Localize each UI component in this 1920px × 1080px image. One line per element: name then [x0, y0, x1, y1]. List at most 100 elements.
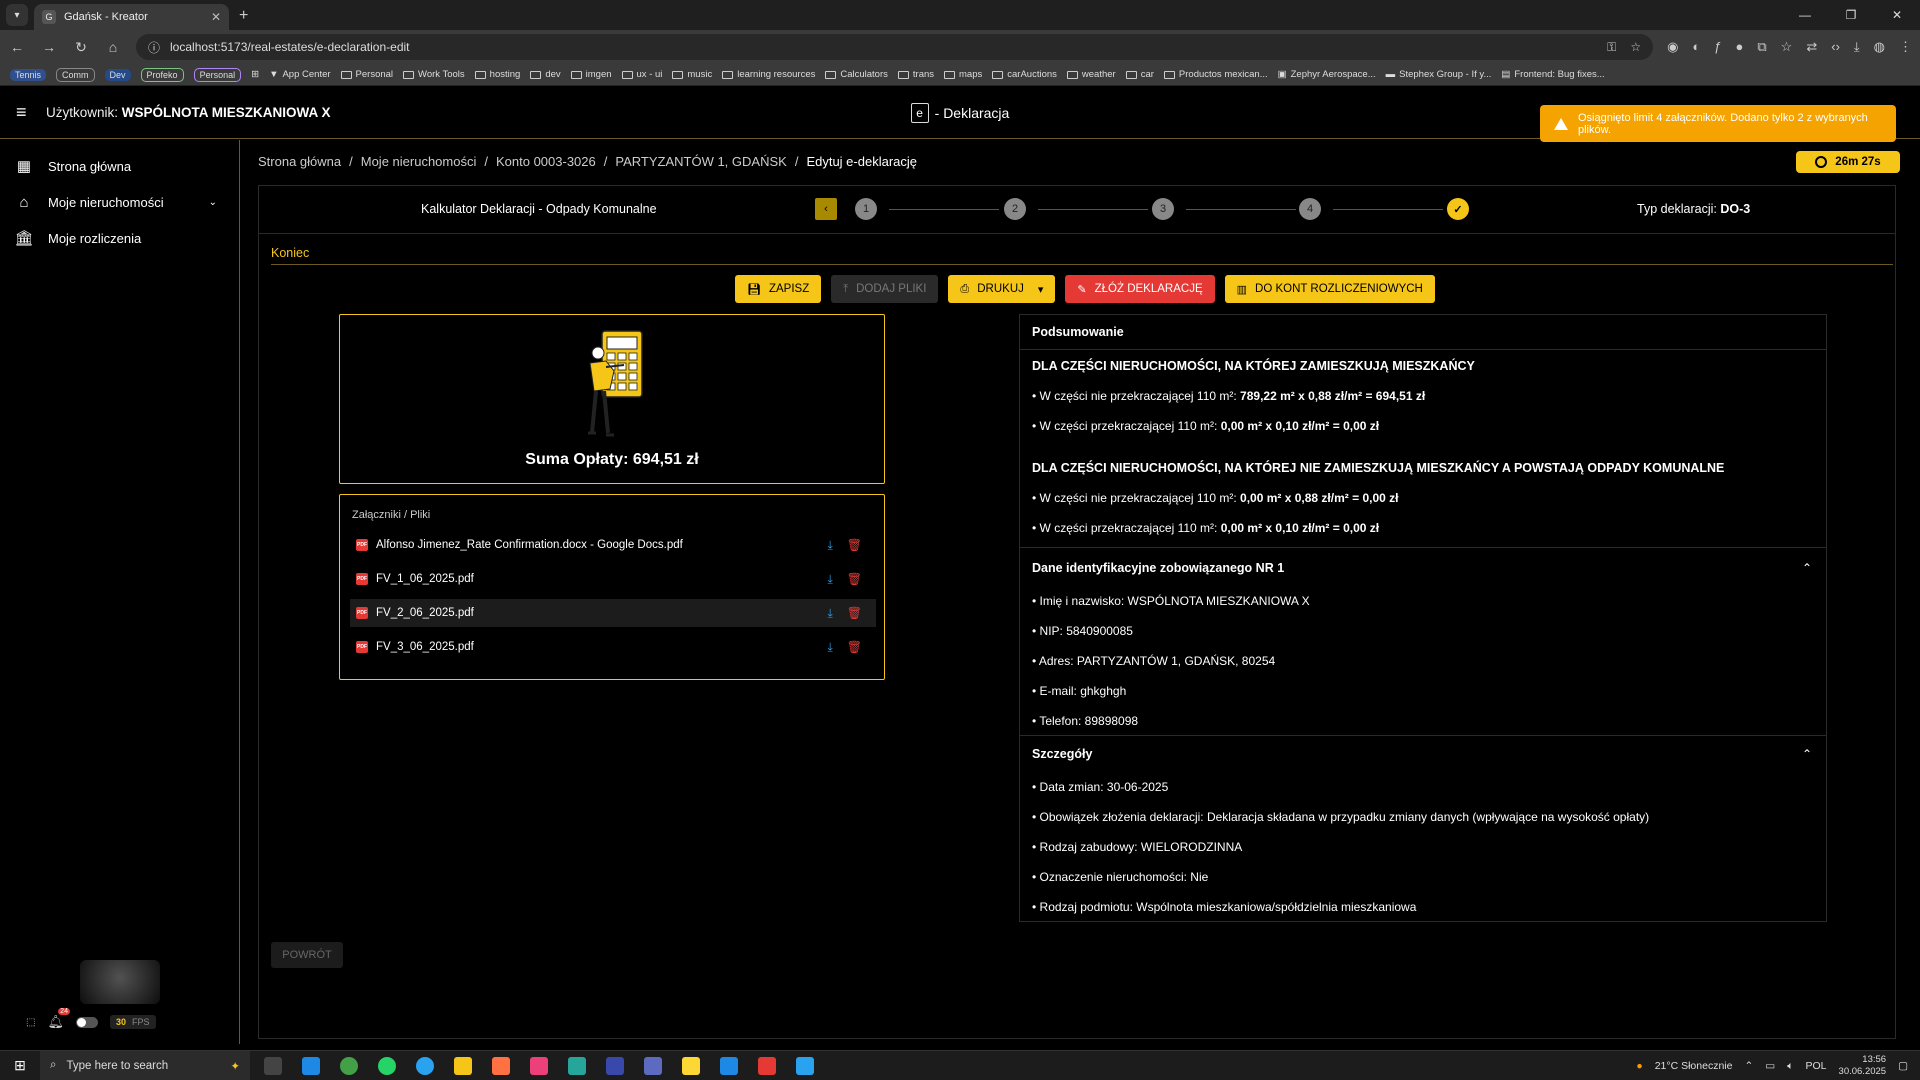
browser-tab[interactable]: G Gdańsk - Kreator ✕ [34, 4, 229, 30]
breadcrumb-item[interactable]: Moje nieruchomości [361, 154, 477, 169]
sticky-notes-icon[interactable] [682, 1056, 700, 1075]
taskbar-search[interactable]: ⌕ Type here to search ✦ [40, 1050, 250, 1080]
save-button[interactable]: 💾︎ ZAPISZ [735, 275, 822, 303]
bookmark-pill[interactable]: Comm [56, 67, 95, 82]
chevron-up-icon[interactable]: ⌃ [1802, 561, 1812, 575]
key-icon[interactable]: ⚿ [1607, 40, 1616, 55]
print-button[interactable]: ⎙ DRUKUJ ▾ [948, 275, 1056, 303]
breadcrumb-item[interactable]: PARTYZANTÓW 1, GDAŃSK [615, 154, 786, 169]
site-info-icon[interactable]: ⓘ [148, 39, 160, 56]
bookmark-folder[interactable]: learning resources [722, 69, 815, 80]
menu-dots-icon[interactable]: ⋮ [1899, 39, 1912, 55]
app-icon[interactable] [492, 1056, 510, 1075]
bookmark-folder[interactable]: carAuctions [992, 69, 1057, 80]
task-view-icon[interactable] [264, 1056, 282, 1075]
close-window-icon[interactable]: ✕ [1874, 0, 1920, 30]
forward-arrow-icon[interactable]: → [40, 39, 58, 55]
download-icon[interactable]: ⤓ [1854, 39, 1860, 55]
figma-icon[interactable] [758, 1056, 776, 1075]
submit-declaration-button[interactable]: ✎ ZŁÓŻ DEKLARACJĘ [1065, 275, 1215, 303]
file-explorer-icon[interactable] [454, 1056, 472, 1075]
bookmark-pill[interactable]: Personal [193, 67, 242, 82]
step-complete-check-icon[interactable]: ✓ [1447, 198, 1469, 220]
bookmark-folder[interactable]: dev [530, 69, 561, 80]
theme-toggle[interactable] [75, 1016, 98, 1028]
favorites-icon[interactable]: ☆ [1781, 39, 1793, 55]
bookmark-pill[interactable]: Profeko [140, 67, 184, 82]
back-button[interactable]: POWRÓT [271, 942, 343, 968]
translate-icon[interactable]: ⇄ [1806, 39, 1817, 55]
bookmark-folder[interactable]: trans [897, 69, 934, 80]
app-icon[interactable] [530, 1056, 548, 1075]
url-input[interactable]: ⓘ localhost:5173/real-estates/e-declarat… [136, 34, 1654, 60]
trash-icon[interactable]: 🗑︎ [847, 538, 862, 553]
download-icon[interactable]: ⤓ [827, 640, 832, 655]
close-tab-icon[interactable]: ✕ [211, 10, 221, 24]
tray-chevron-icon[interactable]: ⌃ [1744, 1060, 1753, 1072]
bookmark-star-icon[interactable]: ☆ [1630, 40, 1641, 55]
bookmark-pill[interactable]: Tennis [10, 68, 47, 81]
home-icon[interactable]: ⌂ [104, 39, 122, 55]
attachment-row[interactable]: PDF Alfonso Jimenez_Rate Confirmation.do… [350, 531, 876, 559]
attachment-row[interactable]: PDF FV_1_06_2025.pdf ⤓ 🗑︎ [350, 565, 876, 593]
sidebar-item-settlements[interactable]: 🏛 Moje rozliczenia [0, 220, 239, 256]
extension-icon[interactable]: ◐ [1692, 39, 1700, 55]
app-icon[interactable] [644, 1056, 662, 1075]
step-back-button[interactable]: ‹ [815, 198, 837, 220]
app-icon[interactable] [606, 1056, 624, 1075]
app-icon[interactable] [796, 1056, 814, 1075]
menu-collapse-icon[interactable]: ≡ [16, 102, 36, 123]
chevron-down-icon[interactable]: ⌄ [209, 197, 217, 208]
attachment-row[interactable]: PDF FV_2_06_2025.pdf ⤓ 🗑︎ [350, 599, 876, 627]
vscode-icon[interactable] [302, 1056, 320, 1075]
new-tab-icon[interactable]: + [239, 7, 248, 25]
puzzle-icon[interactable]: ⧉ [1757, 39, 1766, 55]
breadcrumb-item[interactable]: Konto 0003-3026 [496, 154, 596, 169]
add-files-button[interactable]: ⤒ DODAJ PLIKI [831, 275, 939, 303]
tab-search-chevron-icon[interactable]: ▾ [6, 4, 28, 26]
chrome-icon[interactable] [340, 1056, 358, 1075]
system-clock[interactable]: 13:56 30.06.2025 [1839, 1054, 1887, 1078]
download-icon[interactable]: ⤓ [827, 572, 832, 587]
app-icon[interactable] [568, 1056, 586, 1075]
bookmark-folder[interactable]: Productos mexican... [1163, 69, 1268, 80]
bookmark-folder[interactable]: Calculators [825, 69, 888, 80]
download-icon[interactable]: ⤓ [827, 606, 832, 621]
bookmark-folder[interactable]: weather [1066, 69, 1116, 80]
step-3[interactable]: 3 [1152, 198, 1174, 220]
trash-icon[interactable]: 🗑︎ [847, 572, 862, 587]
trash-icon[interactable]: 🗑︎ [847, 606, 862, 621]
sidebar-item-properties[interactable]: ⌂ Moje nieruchomości ⌄ [0, 184, 239, 220]
bookmark-folder[interactable]: Work Tools [403, 69, 465, 80]
bookmark-item[interactable]: ▤ Frontend: Bug fixes... [1501, 69, 1604, 80]
app-icon[interactable] [720, 1056, 738, 1075]
restore-icon[interactable]: ❐ [1828, 0, 1874, 30]
telegram-icon[interactable] [416, 1056, 434, 1075]
extension-icon[interactable]: ● [1736, 39, 1744, 55]
extension-icon[interactable]: ◉ [1667, 39, 1678, 55]
limit-warning-toast[interactable]: Osiągnięto limit 4 załączników. Dodano t… [1540, 105, 1896, 142]
bookmark-item[interactable]: ▼ App Center [269, 69, 330, 80]
apps-grid-icon[interactable]: ⊞ [251, 69, 259, 80]
bookmark-folder[interactable]: music [672, 69, 712, 80]
weather-text[interactable]: 21°C Słonecznie [1655, 1060, 1733, 1072]
back-arrow-icon[interactable]: ← [8, 39, 26, 55]
bookmark-item[interactable]: ▬ Stephex Group - If y... [1386, 69, 1492, 80]
bookmark-folder[interactable]: hosting [474, 69, 520, 80]
bookmark-folder[interactable]: car [1125, 69, 1154, 80]
step-4[interactable]: 4 [1299, 198, 1321, 220]
bookmark-item[interactable]: ▣ Zephyr Aerospace... [1278, 69, 1376, 80]
reload-icon[interactable]: ↻ [72, 39, 90, 56]
step-1[interactable]: 1 [855, 198, 877, 220]
bookmark-folder[interactable]: imgen [570, 69, 612, 80]
profile-icon[interactable]: ◍ [1874, 39, 1885, 55]
notifications-icon[interactable]: ▢ [1898, 1060, 1908, 1072]
download-icon[interactable]: ⤓ [827, 538, 832, 553]
picker-icon[interactable]: ⬚ [26, 1017, 35, 1028]
breadcrumb-item[interactable]: Strona główna [258, 154, 341, 169]
step-2[interactable]: 2 [1004, 198, 1026, 220]
windows-start-icon[interactable]: ⊞ [0, 1057, 40, 1074]
sidebar-item-home[interactable]: ▦ Strona główna [0, 148, 239, 184]
network-icon[interactable]: ▭ [1765, 1060, 1775, 1072]
language-indicator[interactable]: POL [1806, 1060, 1827, 1072]
